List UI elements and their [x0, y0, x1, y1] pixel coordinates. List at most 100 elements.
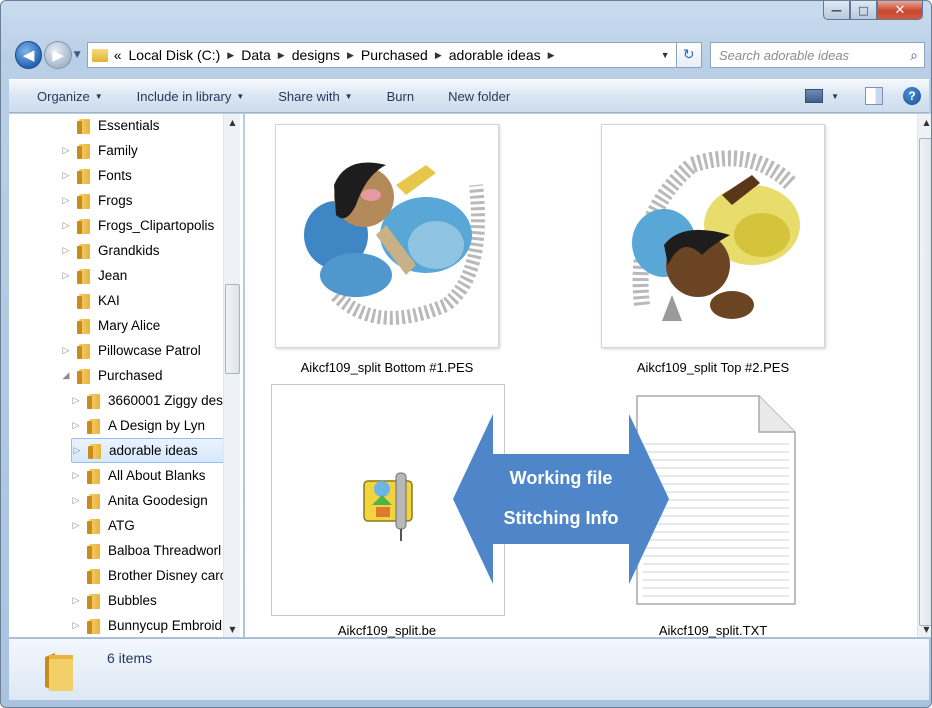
breadcrumb-separator-icon[interactable]: ▶ [278, 50, 285, 61]
expanded-arrow-icon[interactable]: ◢ [61, 370, 71, 381]
expand-arrow-icon[interactable]: ▷ [71, 620, 81, 631]
nav-tree-item[interactable]: ▷ All About Blanks [71, 463, 206, 488]
nav-tree-label: Jean [98, 268, 128, 283]
expand-arrow-icon[interactable]: ▷ [71, 470, 81, 481]
folder-icon [87, 618, 100, 634]
folder-icon [77, 268, 90, 284]
view-options-dropdown-icon[interactable]: ▼ [831, 92, 839, 101]
nav-tree-label: Balboa Threadworl [108, 543, 222, 558]
nav-tree-item[interactable]: ▷ Frogs_Clipartopolis [61, 213, 214, 238]
file-name[interactable]: Aikcf109_split Top #2.PES [583, 360, 843, 375]
nav-tree-item[interactable]: Balboa Threadworl [71, 538, 221, 563]
include-in-library-button[interactable]: Include in library ▼ [137, 89, 245, 104]
nav-tree-item[interactable]: KAI [61, 288, 120, 313]
nav-tree-item[interactable]: ▷ Bubbles [71, 588, 157, 613]
breadcrumb-adorable-ideas[interactable]: adorable ideas [449, 47, 541, 63]
nav-tree-item[interactable]: ▷ Family [61, 138, 138, 163]
recent-pages-dropdown-icon[interactable]: ▼ [74, 50, 81, 60]
file-thumbnail-bottom-pes[interactable] [275, 124, 499, 348]
expand-arrow-icon[interactable]: ▷ [71, 595, 81, 606]
expand-arrow-icon[interactable]: ▷ [61, 145, 71, 156]
back-button[interactable]: ◀ [15, 41, 43, 69]
refresh-button[interactable]: ↻ [676, 42, 702, 68]
folder-icon [77, 343, 90, 359]
breadcrumb-separator-icon[interactable]: ▶ [227, 50, 234, 61]
command-bar: Organize ▼ Include in library ▼ Share with… [9, 79, 929, 113]
burn-label: Burn [386, 88, 415, 104]
nav-tree-item[interactable]: ▷ Bunnycup Embroid [71, 613, 222, 637]
nav-tree-item[interactable]: ◢ Purchased [61, 363, 163, 388]
breadcrumb-purchased[interactable]: Purchased [361, 47, 428, 63]
address-overflow-icon[interactable]: « [114, 47, 122, 63]
expand-arrow-icon[interactable]: ▷ [61, 345, 71, 356]
breadcrumb-local-disk[interactable]: Local Disk (C:) [129, 47, 221, 63]
nav-tree-label: Anita Goodesign [108, 493, 208, 508]
scroll-down-icon[interactable]: ▼ [224, 621, 241, 637]
folder-icon [87, 418, 100, 434]
nav-tree-item[interactable]: Mary Alice [61, 313, 160, 338]
expand-arrow-icon[interactable]: ▷ [61, 195, 71, 206]
nav-tree-item[interactable]: ▷ Frogs [61, 188, 133, 213]
expand-arrow-icon[interactable]: ▷ [61, 270, 71, 281]
help-icon[interactable]: ? [903, 87, 921, 105]
expand-arrow-icon[interactable]: ▷ [72, 445, 82, 456]
burn-button[interactable]: Burn [387, 89, 414, 104]
nav-tree-item[interactable]: ▷ Grandkids [61, 238, 160, 263]
expand-arrow-icon[interactable]: ▷ [61, 220, 71, 231]
address-bar[interactable]: « Local Disk (C:) ▶ Data ▶ designs ▶ Purcha… [86, 42, 677, 68]
nav-tree-label: Frogs [98, 193, 133, 208]
scroll-up-icon[interactable]: ▲ [918, 114, 931, 130]
refresh-icon: ↻ [682, 47, 695, 63]
content-scrollbar[interactable]: ▲ ▼ [917, 114, 931, 637]
breadcrumb-separator-icon[interactable]: ▶ [435, 50, 442, 61]
change-view-icon[interactable] [805, 89, 824, 103]
share-with-button[interactable]: Share with ▼ [278, 89, 352, 104]
nav-tree-item[interactable]: ▷ Jean [61, 263, 127, 288]
nav-tree-label: Frogs_Clipartopolis [98, 218, 215, 233]
scroll-down-icon[interactable]: ▼ [918, 621, 931, 637]
navigation-scrollbar[interactable]: ▲ ▼ [223, 114, 240, 637]
breadcrumb-separator-icon[interactable]: ▶ [347, 50, 354, 61]
expand-arrow-icon[interactable]: ▷ [61, 170, 71, 181]
nav-tree-item[interactable]: ▷ adorable ideas [71, 438, 229, 463]
expand-arrow-icon[interactable]: ▷ [71, 520, 81, 531]
search-icon[interactable]: ⌕ [910, 47, 918, 64]
nav-tree-item[interactable]: ▷ A Design by Lyn [71, 413, 205, 438]
expand-arrow-icon[interactable]: ▷ [71, 495, 81, 506]
organize-button[interactable]: Organize ▼ [37, 89, 103, 104]
folder-icon [77, 368, 90, 384]
folder-icon [87, 593, 100, 609]
scroll-up-icon[interactable]: ▲ [224, 114, 241, 130]
nav-tree-item[interactable]: Brother Disney carc [71, 563, 227, 588]
breadcrumb-separator-icon[interactable]: ▶ [548, 50, 555, 61]
scroll-thumb[interactable] [225, 284, 240, 374]
preview-pane-icon[interactable] [865, 87, 883, 105]
nav-tree-item[interactable]: ▷ Fonts [61, 163, 132, 188]
expand-arrow-icon[interactable]: ▷ [71, 420, 81, 431]
nav-tree-item[interactable]: ▷ Pillowcase Patrol [61, 338, 201, 363]
nav-tree-item[interactable]: ▷ ATG [71, 513, 135, 538]
forward-button[interactable]: ▶ [44, 41, 72, 69]
window-controls: — □ ✕ [823, 1, 923, 20]
annotation-double-arrow: Working file Stitching Info [453, 414, 669, 584]
nav-tree-item[interactable]: Essentials [61, 114, 160, 138]
nav-tree-label: Pillowcase Patrol [98, 343, 201, 358]
scroll-thumb[interactable] [919, 138, 931, 626]
expand-arrow-icon[interactable]: ▷ [71, 395, 81, 406]
nav-tree-item[interactable]: ▷ 3660001 Ziggy des [71, 388, 223, 413]
nav-tree-label: Purchased [98, 368, 163, 383]
file-thumbnail-top-pes[interactable] [601, 124, 825, 348]
expand-arrow-icon[interactable]: ▷ [61, 245, 71, 256]
new-folder-button[interactable]: New folder [448, 89, 510, 104]
search-input[interactable]: Search adorable ideas ⌕ [709, 42, 925, 68]
maximize-button[interactable]: □ [850, 1, 877, 20]
address-history-dropdown-icon[interactable]: ▼ [661, 50, 670, 60]
file-name[interactable]: Aikcf109_split.TXT [583, 623, 843, 638]
close-button[interactable]: ✕ [877, 1, 923, 20]
file-name[interactable]: Aikcf109_split Bottom #1.PES [257, 360, 517, 375]
file-name[interactable]: Aikcf109_split.be [257, 623, 517, 638]
breadcrumb-designs[interactable]: designs [292, 47, 340, 63]
nav-tree-item[interactable]: ▷ Anita Goodesign [71, 488, 208, 513]
minimize-button[interactable]: — [823, 1, 850, 20]
breadcrumb-data[interactable]: Data [241, 47, 271, 63]
